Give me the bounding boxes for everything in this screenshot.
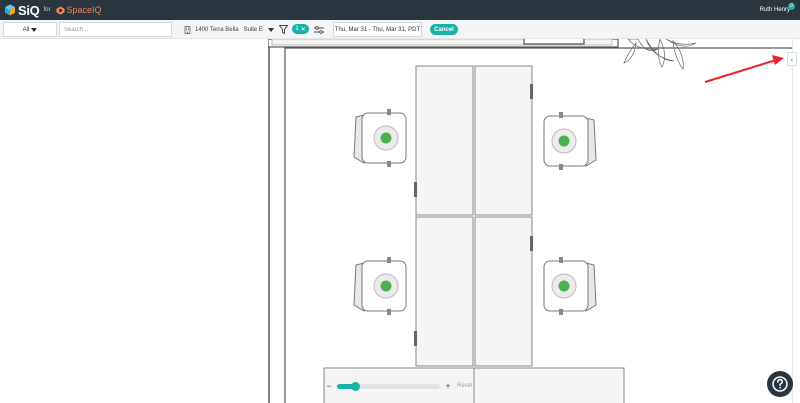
chair[interactable] bbox=[353, 109, 407, 167]
available-seat-marker[interactable] bbox=[380, 280, 392, 292]
user-menu[interactable]: Ruth Henry 0 bbox=[759, 0, 795, 20]
desk[interactable] bbox=[415, 216, 474, 367]
chair[interactable] bbox=[543, 257, 597, 315]
available-seat-marker[interactable] bbox=[380, 132, 392, 144]
user-name: Ruth Henry bbox=[759, 7, 790, 13]
caret-down-icon bbox=[31, 27, 38, 32]
desk[interactable] bbox=[415, 65, 474, 216]
building-name: 1400 Terra Bella bbox=[195, 26, 239, 33]
building-icon bbox=[184, 25, 191, 34]
zoom-out-button[interactable]: − bbox=[324, 381, 334, 391]
adjust-button[interactable] bbox=[313, 22, 325, 37]
brand-logo[interactable]: SiQ for SpaceIQ bbox=[4, 0, 102, 20]
notification-badge: 0 bbox=[788, 3, 795, 10]
plant-icon bbox=[623, 39, 697, 70]
scope-label: All bbox=[22, 26, 30, 33]
desk[interactable] bbox=[474, 65, 533, 216]
desk-cluster bbox=[414, 65, 533, 367]
chevron-left-icon: ‹ bbox=[790, 54, 794, 64]
caret-down-icon bbox=[267, 27, 274, 32]
zoom-slider-handle[interactable] bbox=[351, 381, 361, 391]
desk[interactable] bbox=[473, 367, 625, 403]
top-header: SiQ for SpaceIQ Ruth Henry 0 bbox=[0, 0, 800, 20]
cancel-button[interactable]: Cancel bbox=[430, 24, 458, 35]
zoom-control: − + Reset bbox=[324, 377, 474, 395]
question-icon bbox=[772, 376, 788, 392]
desk[interactable] bbox=[474, 216, 533, 367]
for-label: for bbox=[43, 7, 51, 13]
annotation-arrow bbox=[704, 55, 784, 83]
cancel-label: Cancel bbox=[434, 26, 454, 33]
results-sidebar bbox=[0, 39, 268, 403]
chair[interactable] bbox=[543, 112, 597, 170]
date-range-picker[interactable]: Thu, Mar 31 - Thu, Mar 31, PDT bbox=[333, 22, 422, 37]
scope-dropdown[interactable]: All bbox=[3, 22, 57, 37]
clear-filter-icon[interactable]: ✕ bbox=[301, 26, 306, 33]
filter-icon bbox=[278, 25, 288, 34]
app-window: SiQ for SpaceIQ Ruth Henry 0 All Search.… bbox=[0, 0, 800, 403]
brand-name: SiQ bbox=[18, 2, 40, 18]
floor-name: Suite E bbox=[243, 26, 263, 33]
building-selector[interactable]: 1400 Terra Bella Suite E bbox=[184, 22, 274, 37]
zoom-slider[interactable] bbox=[337, 381, 440, 391]
available-seat-marker[interactable] bbox=[558, 135, 570, 147]
date-range-value: Thu, Mar 31 - Thu, Mar 31, PDT bbox=[334, 26, 421, 33]
details-panel-edge bbox=[792, 39, 800, 403]
partner-name: SpaceIQ bbox=[66, 5, 102, 15]
spaceiq-logo-icon bbox=[55, 5, 65, 15]
filter-button[interactable] bbox=[277, 22, 289, 37]
sliders-icon bbox=[314, 25, 324, 34]
zoom-reset-button[interactable]: Reset bbox=[457, 383, 473, 389]
search-input[interactable] bbox=[59, 22, 172, 37]
filter-bar: All 1400 Terra Bella Suite E 1 ✕ bbox=[0, 20, 800, 39]
top-cabinet bbox=[523, 39, 585, 45]
help-button[interactable] bbox=[767, 371, 793, 397]
siq-cube-icon bbox=[5, 4, 15, 16]
active-filter-count: 1 bbox=[295, 26, 299, 32]
floor-plan-canvas[interactable] bbox=[268, 39, 800, 403]
floor-map[interactable] bbox=[268, 39, 800, 403]
expand-panel-button[interactable]: ‹ bbox=[787, 52, 797, 66]
active-filter-pill[interactable]: 1 ✕ bbox=[292, 24, 309, 34]
office-room bbox=[284, 47, 800, 403]
zoom-in-button[interactable]: + bbox=[443, 381, 453, 391]
available-seat-marker[interactable] bbox=[558, 280, 570, 292]
chair[interactable] bbox=[353, 257, 407, 315]
